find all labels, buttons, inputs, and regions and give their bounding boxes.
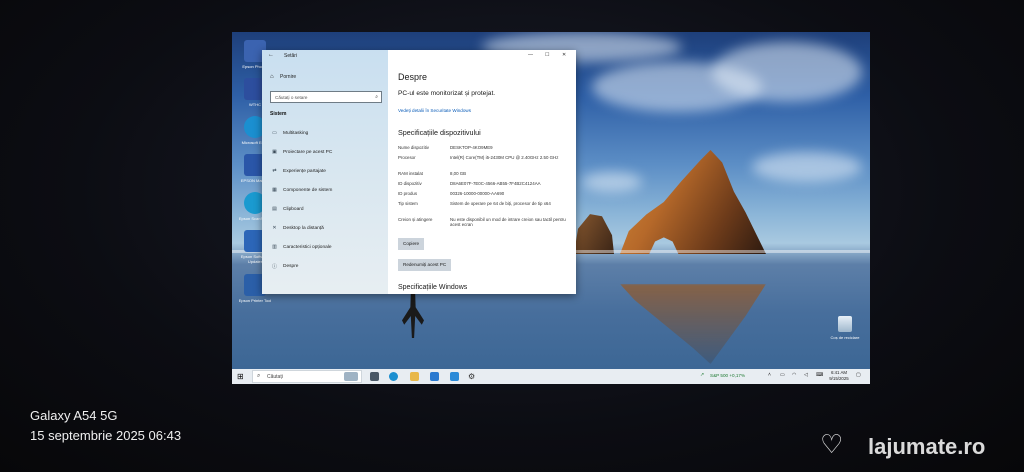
- wifi-icon[interactable]: ◠: [792, 372, 796, 378]
- remote-desktop-icon: ✕: [272, 225, 277, 231]
- spec-key: ID dispozitiv: [398, 181, 422, 186]
- monitor-screen: Epson Photo+ WTHC Microsoft Edge EPSON M…: [232, 32, 870, 384]
- wallpaper-figure: [402, 294, 424, 338]
- battery-icon[interactable]: ▭: [780, 372, 785, 378]
- nav-item-about[interactable]: ⓘ Despre: [262, 261, 388, 273]
- nav-item-optional-features[interactable]: ▥ Caracteristici opționale: [262, 242, 388, 254]
- wallpaper-cloud: [752, 152, 862, 182]
- spec-key: Creion și atingere: [398, 217, 433, 222]
- taskbar-search-placeholder: Căutați: [267, 374, 283, 380]
- settings-nav-pane: ← Setări ⌂ Pornire Căutați o setare ⌕ Si…: [262, 50, 388, 294]
- clock-date: 9/15/2025: [829, 376, 849, 381]
- spec-key: Procesor: [398, 155, 416, 160]
- notifications-icon[interactable]: ▢: [856, 372, 861, 378]
- store-icon[interactable]: [430, 372, 439, 381]
- mail-icon[interactable]: [450, 372, 459, 381]
- edge-taskbar-icon[interactable]: [389, 372, 398, 381]
- maximize-icon[interactable]: ☐: [545, 52, 549, 58]
- nav-item-remote-desktop[interactable]: ✕ Desktop la distanță: [262, 223, 388, 235]
- minimize-icon[interactable]: —: [528, 52, 533, 58]
- security-details-link[interactable]: Vedeți detalii în Securitate Windows: [398, 108, 471, 113]
- page-title: Despre: [398, 72, 428, 82]
- desktop-icon-label: Epson Printer Tool: [238, 298, 272, 303]
- spec-value: 00326-10000-00000-AA690: [450, 191, 505, 196]
- recycle-bin-label: Coș de reciclare: [830, 335, 860, 340]
- multitasking-icon: ▭: [272, 130, 277, 136]
- rename-pc-button[interactable]: Redenumiți acest PC: [398, 259, 452, 271]
- taskbar: ⊞ ⌕ Căutați ⚙ ↗ S&P 500 +0,17% ˄ ▭ ◠ ◁ ⌨…: [232, 369, 870, 384]
- wallpaper-rock-arch: [620, 150, 766, 254]
- settings-main-pane: — ☐ ✕ Despre PC-ul este monitorizat și p…: [388, 50, 576, 294]
- spec-value: DESKTOP-4KO9ME9: [450, 145, 493, 150]
- taskbar-clock[interactable]: 6:41 AM 9/15/2025: [828, 370, 850, 382]
- spec-value: Nu este disponibil un mod de intrare cre…: [450, 217, 566, 228]
- home-icon: ⌂: [270, 74, 274, 80]
- nav-item-label: Componente de sistem: [283, 188, 333, 193]
- spec-value: Sistem de operare pe 64 de biți, proceso…: [450, 201, 551, 206]
- nav-home-label: Pornire: [280, 74, 297, 80]
- settings-search-placeholder: Căutați o setare: [275, 95, 308, 100]
- nav-item-label: Experiențe partajate: [283, 169, 326, 174]
- window-title: Setări: [284, 53, 298, 59]
- task-view-icon[interactable]: [370, 372, 379, 381]
- spec-value: Intel(R) Core(TM) i5-2430M CPU @ 2.40GHz…: [450, 155, 559, 160]
- camera-date-label: 15 septembrie 2025 06:43: [30, 428, 182, 443]
- close-icon[interactable]: ✕: [562, 52, 566, 58]
- settings-search-input[interactable]: Căutați o setare ⌕: [270, 91, 382, 103]
- camera-device-label: Galaxy A54 5G: [30, 408, 118, 423]
- watermark: ♡ lajumate.ro: [820, 428, 1020, 462]
- volume-icon[interactable]: ◁: [804, 372, 808, 378]
- wallpaper-small-rock: [574, 214, 614, 254]
- nav-item-label: Desktop la distanță: [283, 226, 324, 231]
- spec-key: RAM instalat: [398, 171, 423, 176]
- nav-item-label: Caracteristici opționale: [283, 245, 332, 250]
- file-explorer-icon[interactable]: [410, 372, 419, 381]
- spec-key: ID produs: [398, 191, 418, 196]
- settings-window: ← Setări ⌂ Pornire Căutați o setare ⌕ Si…: [262, 50, 576, 294]
- protection-status: PC-ul este monitorizat și protejat.: [398, 90, 496, 97]
- spec-value: 8,00 GB: [450, 171, 467, 176]
- stocks-ticker[interactable]: S&P 500 +0,17%: [710, 373, 745, 378]
- chevron-up-icon[interactable]: ˄: [768, 372, 771, 378]
- nav-item-shared-experiences[interactable]: ⇄ Experiențe partajate: [262, 166, 388, 178]
- recycle-bin-icon: [838, 316, 852, 332]
- spec-key: Nume dispozitiv: [398, 145, 429, 150]
- wallpaper-reflection: [620, 284, 766, 364]
- clipboard-icon: ▤: [272, 206, 277, 212]
- system-components-icon: ▦: [272, 187, 277, 193]
- copy-button[interactable]: Copiere: [398, 238, 425, 250]
- info-icon: ⓘ: [271, 264, 277, 270]
- windows-specs-title: Specificațiile Windows: [398, 284, 468, 291]
- projecting-icon: ▣: [272, 149, 277, 155]
- settings-gear-icon[interactable]: ⚙: [468, 372, 477, 381]
- search-icon: ⌕: [257, 373, 261, 379]
- wallpaper-cloud: [582, 172, 642, 192]
- nav-item-system-components[interactable]: ▦ Componente de sistem: [262, 185, 388, 197]
- watermark-text: lajumate.ro: [868, 434, 986, 459]
- nav-item-projecting[interactable]: ▣ Proiectare pe acest PC: [262, 147, 388, 159]
- search-highlight-icon[interactable]: [344, 372, 358, 381]
- device-specs-title: Specificațiile dispozitivului: [398, 128, 481, 137]
- nav-item-clipboard[interactable]: ▤ Clipboard: [262, 204, 388, 216]
- nav-home[interactable]: ⌂ Pornire: [270, 74, 296, 80]
- shared-experiences-icon: ⇄: [272, 168, 277, 174]
- back-arrow-icon[interactable]: ←: [268, 52, 274, 58]
- windows-start-icon[interactable]: ⊞: [237, 372, 244, 381]
- wallpaper-cloud: [712, 42, 862, 102]
- stocks-chart-icon: ↗: [700, 372, 705, 378]
- nav-item-label: Proiectare pe acest PC: [283, 150, 333, 155]
- nav-item-multitasking[interactable]: ▭ Multitasking: [262, 128, 388, 140]
- language-icon[interactable]: ⌨: [816, 372, 823, 378]
- nav-item-label: Clipboard: [283, 207, 304, 212]
- spec-key: Tip sistem: [398, 201, 418, 206]
- nav-item-label: Despre: [283, 264, 299, 269]
- spec-value: D8A6E07F-7E0C-4566-AB55-7F4B2C4124AA: [450, 181, 541, 186]
- search-icon: ⌕: [375, 94, 378, 100]
- nav-section-title: Sistem: [270, 111, 287, 117]
- optional-features-icon: ▥: [272, 244, 277, 250]
- nav-item-label: Multitasking: [283, 131, 309, 136]
- watermark-heart-icon: ♡: [820, 430, 844, 460]
